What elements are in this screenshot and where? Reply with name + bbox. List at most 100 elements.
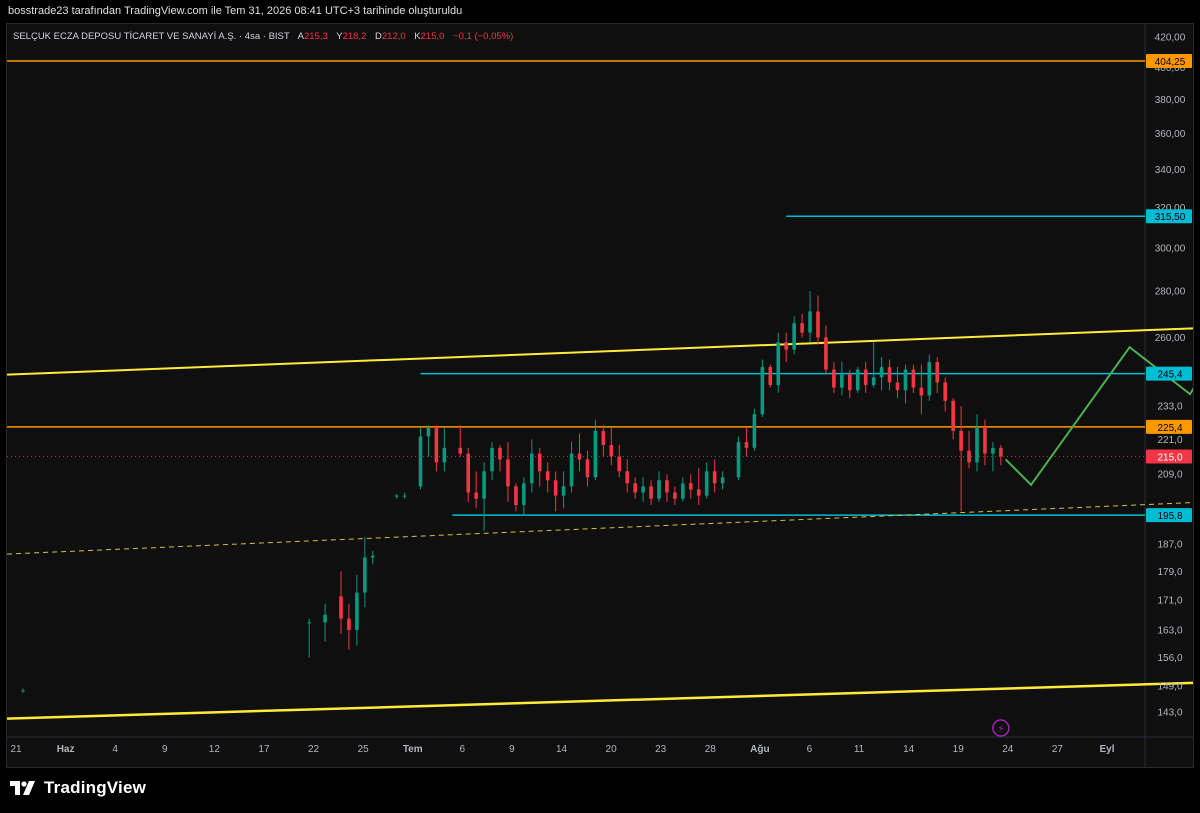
candle-body: [561, 486, 566, 496]
candle[interactable]: [943, 377, 947, 412]
candle[interactable]: [347, 603, 351, 650]
candle[interactable]: [879, 357, 884, 391]
price-tick-label: 360,00: [1155, 129, 1186, 140]
candle[interactable]: [530, 439, 534, 493]
tradingview-logo[interactable]: TradingView: [10, 778, 146, 798]
candle[interactable]: [704, 462, 709, 499]
candle[interactable]: [363, 537, 367, 608]
trend-line[interactable]: [7, 314, 1200, 376]
candle[interactable]: [816, 295, 820, 345]
candle[interactable]: [800, 313, 804, 338]
candle[interactable]: [490, 442, 494, 481]
candle[interactable]: [863, 362, 868, 393]
candle[interactable]: [744, 428, 749, 457]
candle-body: [418, 436, 423, 487]
candle[interactable]: [601, 425, 606, 457]
candle[interactable]: [776, 332, 781, 393]
candle[interactable]: [474, 471, 478, 509]
candle[interactable]: [522, 477, 526, 515]
candle-body: [712, 471, 717, 484]
candle[interactable]: [681, 477, 685, 502]
time-tick-label: 12: [209, 744, 221, 755]
candle[interactable]: [498, 444, 502, 472]
candle[interactable]: [927, 354, 932, 401]
price-axis-label-text: 404,25: [1155, 57, 1186, 68]
candle[interactable]: [545, 462, 550, 493]
candle[interactable]: [975, 414, 979, 472]
candle[interactable]: [633, 477, 637, 499]
candle-body: [943, 382, 947, 401]
candle[interactable]: [919, 364, 924, 415]
candle[interactable]: [696, 468, 701, 505]
candle[interactable]: [720, 471, 725, 490]
candle[interactable]: [855, 367, 860, 393]
candle[interactable]: [712, 459, 717, 493]
time-tick-label: 9: [509, 744, 515, 755]
time-tick-label: 4: [112, 744, 118, 755]
candle[interactable]: [442, 428, 447, 472]
candle[interactable]: [649, 480, 653, 505]
candle[interactable]: [585, 450, 590, 487]
time-tick-label: Haz: [57, 744, 75, 755]
candle[interactable]: [665, 474, 669, 502]
candle[interactable]: [323, 603, 327, 642]
candle[interactable]: [537, 447, 542, 487]
candle[interactable]: [371, 550, 375, 565]
candle[interactable]: [768, 364, 773, 388]
candle[interactable]: [394, 494, 399, 499]
candle[interactable]: [657, 471, 661, 502]
time-tick-label: 24: [1002, 744, 1014, 755]
candle[interactable]: [569, 442, 574, 493]
candle[interactable]: [466, 447, 470, 502]
candle[interactable]: [895, 367, 900, 399]
candle[interactable]: [784, 332, 788, 363]
candle[interactable]: [903, 364, 908, 404]
candle[interactable]: [593, 419, 598, 481]
candle[interactable]: [609, 428, 614, 466]
candle[interactable]: [673, 486, 677, 505]
candle[interactable]: [21, 688, 25, 693]
candle[interactable]: [617, 444, 622, 478]
trend-line[interactable]: [7, 486, 1200, 555]
candle[interactable]: [752, 408, 757, 451]
candle[interactable]: [418, 428, 423, 490]
candle[interactable]: [887, 359, 892, 391]
candle[interactable]: [999, 444, 1003, 466]
candle-body: [800, 323, 804, 333]
price-axis-area[interactable]: [7, 24, 1193, 767]
candle[interactable]: [967, 430, 971, 469]
candle[interactable]: [577, 433, 582, 472]
candle[interactable]: [959, 406, 963, 512]
candle[interactable]: [434, 425, 439, 472]
candle-body: [720, 477, 725, 484]
candle[interactable]: [832, 362, 836, 393]
candle[interactable]: [911, 364, 916, 393]
price-chart[interactable]: ⚡E 420,00400,00380,00360,00340,00320,003…: [7, 24, 1200, 767]
dividend-event-icon[interactable]: ⚡: [992, 719, 1010, 737]
candle[interactable]: [482, 462, 486, 531]
candle[interactable]: [760, 359, 765, 417]
candle[interactable]: [808, 291, 812, 343]
candle[interactable]: [458, 425, 463, 457]
candle[interactable]: [792, 316, 796, 355]
candle[interactable]: [871, 342, 876, 388]
candle[interactable]: [514, 483, 518, 512]
candle[interactable]: [824, 325, 828, 375]
candle[interactable]: [355, 574, 359, 646]
candle[interactable]: [506, 442, 510, 502]
chart-panel[interactable]: ⚡E 420,00400,00380,00360,00340,00320,003…: [6, 23, 1200, 768]
candle[interactable]: [561, 471, 566, 509]
trend-line[interactable]: [7, 672, 1200, 720]
candle[interactable]: [339, 571, 343, 634]
candle[interactable]: [402, 492, 407, 499]
candle[interactable]: [951, 398, 955, 440]
candle[interactable]: [840, 362, 844, 396]
candle[interactable]: [307, 618, 311, 658]
candle[interactable]: [736, 436, 741, 481]
candle[interactable]: [426, 425, 431, 457]
candle[interactable]: [935, 357, 940, 393]
candle[interactable]: [553, 471, 558, 512]
candle[interactable]: [641, 477, 645, 502]
candle[interactable]: [625, 459, 629, 493]
candle[interactable]: [689, 474, 693, 499]
